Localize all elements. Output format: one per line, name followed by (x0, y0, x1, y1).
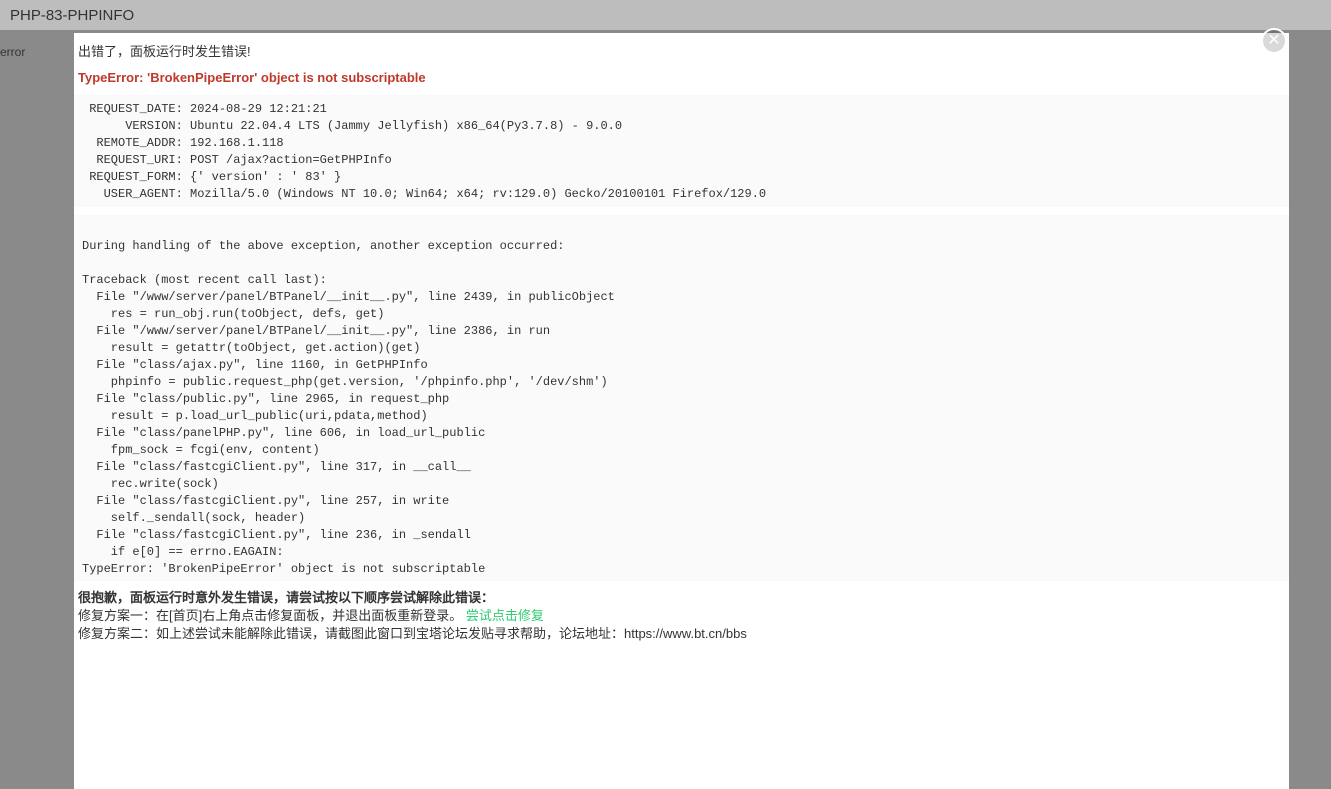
window-titlebar: PHP-83-PHPINFO (0, 0, 1331, 30)
error-type-text: TypeError: 'BrokenPipeError' object is n… (74, 64, 1289, 95)
error-footer: 很抱歉，面板运行时意外发生错误，请尝试按以下顺序尝试解除此错误： 修复方案一：在… (74, 587, 1289, 645)
repair-plan-1-text: 修复方案一：在[首页]右上角点击修复面板，并退出面板重新登录。 (78, 608, 462, 623)
close-icon: ✕ (1267, 33, 1280, 49)
error-heading: 出错了，面板运行时发生错误! (74, 39, 1289, 64)
window-title: PHP-83-PHPINFO (10, 7, 134, 24)
background-label: error (0, 45, 30, 59)
repair-plan-2: 修复方案二：如上述尝试未能解除此错误，请截图此窗口到宝塔论坛发贴寻求帮助，论坛地… (78, 625, 1285, 643)
apology-text: 很抱歉，面板运行时意外发生错误，请尝试按以下顺序尝试解除此错误： (78, 589, 1285, 607)
close-button[interactable]: ✕ (1261, 28, 1287, 54)
repair-plan-1: 修复方案一：在[首页]右上角点击修复面板，并退出面板重新登录。 尝试点击修复 (78, 607, 1285, 625)
repair-link[interactable]: 尝试点击修复 (466, 608, 544, 623)
request-info-pane[interactable]: REQUEST_DATE: 2024-08-29 12:21:21 VERSIO… (74, 95, 1289, 207)
traceback-pane[interactable]: During handling of the above exception, … (74, 215, 1289, 581)
error-modal: 出错了，面板运行时发生错误! TypeError: 'BrokenPipeErr… (74, 33, 1289, 789)
